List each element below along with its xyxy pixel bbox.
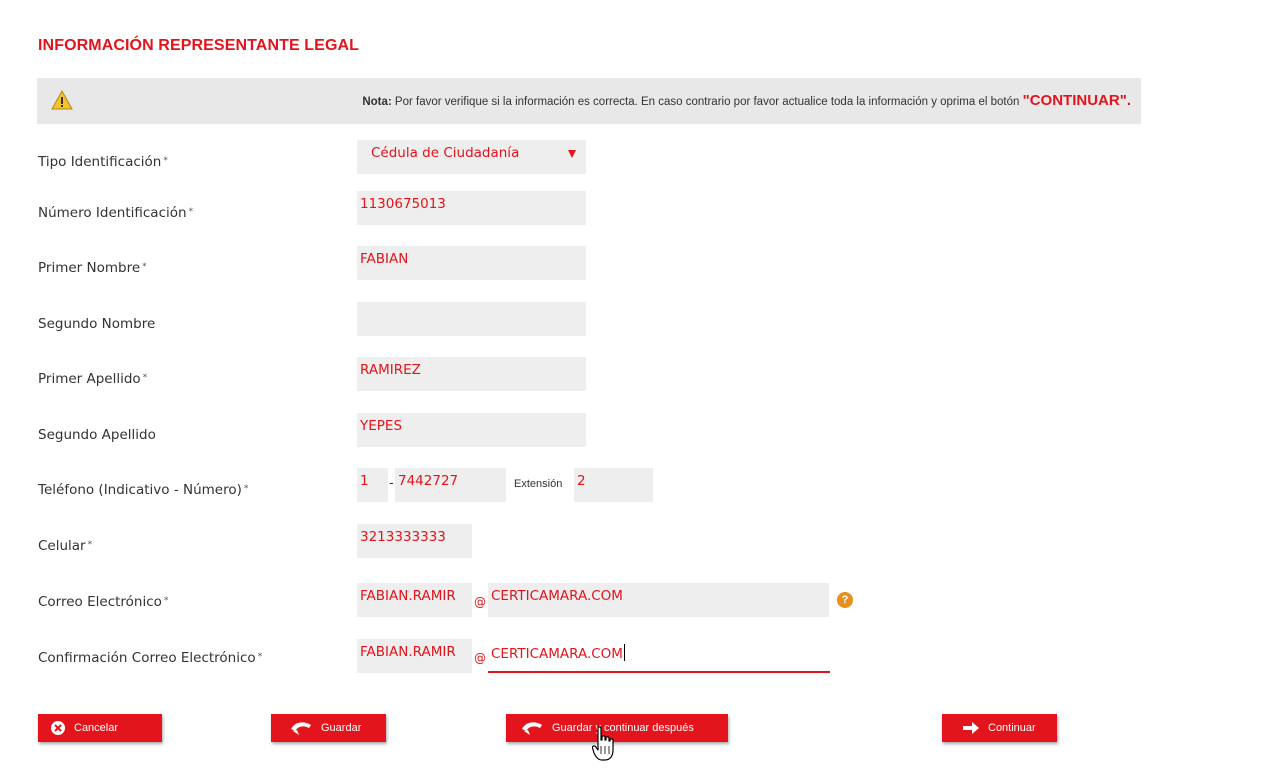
note-label: Nota: [362, 96, 392, 108]
chevron-down-icon [568, 150, 576, 158]
arrow-right-icon [963, 722, 979, 734]
save-and-continue-later-button[interactable]: Guardar y continuar después [506, 714, 728, 742]
telefono-indicativo-input[interactable]: 1 [357, 468, 388, 502]
row-segundo-apellido: Segundo Apellido YEPES [0, 413, 1000, 447]
confirmacion-usuario-input[interactable]: FABIAN.RAMIR [357, 639, 472, 673]
telefono-separator: - [389, 476, 394, 491]
confirmacion-correo-label: Confirmación Correo Electrónico * [38, 650, 263, 666]
tipo-identificacion-select[interactable]: Cédula de Ciudadanía [357, 140, 586, 174]
confirmacion-at-sign: @ [474, 651, 486, 665]
section-title: INFORMACIÓN REPRESENTANTE LEGAL [38, 37, 360, 54]
row-numero-identificacion: Número Identificación * 1130675013 [0, 191, 1000, 225]
row-primer-nombre: Primer Nombre * FABIAN [0, 246, 1000, 280]
numero-identificacion-label: Número Identificación * [38, 205, 194, 221]
segundo-nombre-label: Segundo Nombre [38, 316, 156, 332]
confirmacion-dominio-input[interactable]: CERTICAMARA.COM [488, 639, 830, 673]
correo-dominio-input[interactable]: CERTICAMARA.COM [488, 583, 829, 617]
note-text: Nota: Por favor verifique si la informac… [37, 92, 1131, 109]
save-icon [291, 722, 311, 735]
extension-label: Extensión [514, 478, 563, 490]
correo-at-sign: @ [474, 595, 486, 609]
segundo-apellido-input[interactable]: YEPES [357, 413, 586, 447]
note-banner: Nota: Por favor verifique si la informac… [37, 78, 1141, 124]
save-icon [522, 722, 542, 735]
correo-usuario-input[interactable]: FABIAN.RAMIR [357, 583, 472, 617]
row-confirmacion-correo: Confirmación Correo Electrónico * FABIAN.… [0, 636, 1000, 673]
telefono-numero-input[interactable]: 7442727 [395, 468, 506, 502]
row-telefono: Teléfono (Indicativo - Número) * 1 - 7442… [0, 468, 1000, 502]
primer-apellido-label: Primer Apellido * [38, 371, 148, 387]
extension-input[interactable]: 2 [574, 468, 653, 502]
continue-button[interactable]: Continuar [942, 714, 1057, 742]
celular-label: Celular * [38, 538, 93, 554]
celular-input[interactable]: 3213333333 [357, 524, 472, 558]
segundo-nombre-input[interactable] [357, 302, 586, 336]
hand-cursor-icon [592, 726, 614, 761]
text-caret [623, 644, 625, 661]
segundo-apellido-label: Segundo Apellido [38, 427, 156, 443]
row-segundo-nombre: Segundo Nombre [0, 302, 1000, 336]
note-cta: "CONTINUAR". [1022, 92, 1131, 109]
primer-apellido-input[interactable]: RAMIREZ [357, 357, 586, 391]
primer-nombre-label: Primer Nombre * [38, 260, 147, 276]
correo-label: Correo Electrónico * [38, 594, 169, 610]
close-icon [51, 721, 65, 735]
row-correo: Correo Electrónico * FABIAN.RAMIR @ CERTI… [0, 580, 1000, 617]
cancel-button[interactable]: Cancelar [38, 714, 162, 742]
save-button[interactable]: Guardar [271, 714, 386, 742]
note-body: Por favor verifique si la información es… [391, 96, 1023, 108]
telefono-label: Teléfono (Indicativo - Número) * [38, 482, 249, 498]
row-tipo-identificacion: Tipo Identificación * Cédula de Ciudadaní… [0, 140, 1000, 174]
tipo-identificacion-label: Tipo Identificación * [38, 154, 168, 170]
help-icon[interactable]: ? [837, 592, 853, 608]
row-primer-apellido: Primer Apellido * RAMIREZ [0, 357, 1000, 391]
numero-identificacion-input[interactable]: 1130675013 [357, 191, 586, 225]
row-celular: Celular * 3213333333 [0, 524, 1000, 558]
primer-nombre-input[interactable]: FABIAN [357, 246, 586, 280]
